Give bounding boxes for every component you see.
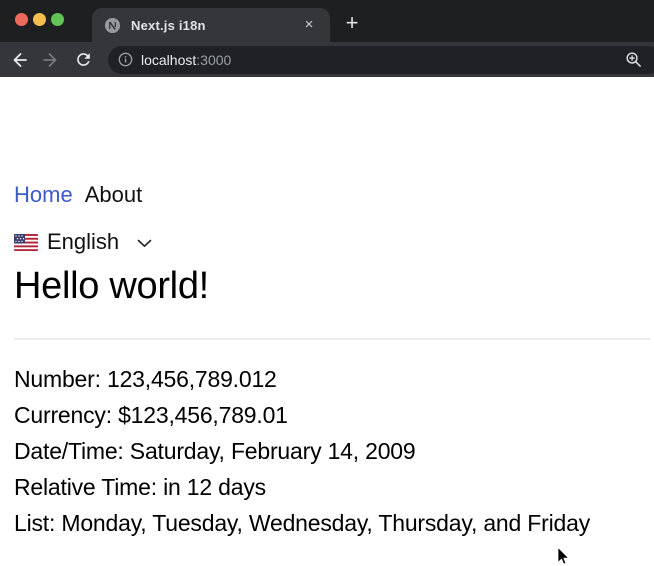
page-title: Hello world!	[14, 265, 209, 307]
address-bar[interactable]: localhost:3000	[108, 45, 654, 74]
window-controls	[15, 13, 64, 26]
zoom-in-magnifier-icon[interactable]	[625, 51, 642, 68]
formatted-values-list: Number: 123,456,789.012 Currency: $123,4…	[14, 367, 644, 547]
chevron-down-icon	[137, 239, 152, 247]
language-selector[interactable]: English	[14, 227, 152, 257]
window-close-button[interactable]	[15, 13, 28, 26]
forward-arrow-icon	[43, 52, 57, 67]
nav-link-about[interactable]: About	[85, 181, 143, 209]
reload-icon	[76, 53, 90, 66]
browser-tab[interactable]: Next.js i18n ×	[92, 8, 330, 42]
new-tab-button[interactable]: +	[341, 12, 363, 34]
window-minimize-button[interactable]	[33, 13, 46, 26]
browser-toolbar: localhost:3000	[0, 42, 654, 77]
browser-tab-bar: Next.js i18n × +	[0, 0, 654, 42]
back-arrow-icon	[13, 52, 27, 67]
currency-line: Currency: $123,456,789.01	[14, 402, 288, 428]
url-text: localhost:3000	[141, 52, 231, 68]
tab-title: Next.js i18n	[131, 17, 206, 33]
number-line: Number: 123,456,789.012	[14, 366, 277, 392]
url-port: :3000	[196, 51, 232, 68]
relative-time-line: Relative Time: in 12 days	[14, 474, 266, 500]
us-flag-icon	[14, 233, 38, 251]
list-line: List: Monday, Tuesday, Wednesday, Thursd…	[14, 510, 591, 536]
site-navigation: Home About	[14, 181, 142, 209]
url-host: localhost	[141, 51, 197, 68]
page-content: Home About English Hello world! Number: …	[0, 77, 654, 565]
divider	[14, 338, 650, 340]
site-info-icon[interactable]	[118, 52, 133, 67]
forward-button[interactable]	[41, 50, 61, 70]
datetime-line: Date/Time: Saturday, February 14, 2009	[14, 438, 416, 464]
window-zoom-button[interactable]	[51, 13, 64, 26]
mouse-cursor	[557, 546, 570, 565]
nextjs-favicon-icon	[104, 17, 121, 33]
tab-close-icon[interactable]: ×	[300, 16, 318, 34]
reload-button[interactable]	[73, 50, 93, 70]
language-label: English	[47, 229, 120, 254]
back-button[interactable]	[9, 50, 29, 70]
nav-link-home[interactable]: Home	[14, 181, 73, 209]
